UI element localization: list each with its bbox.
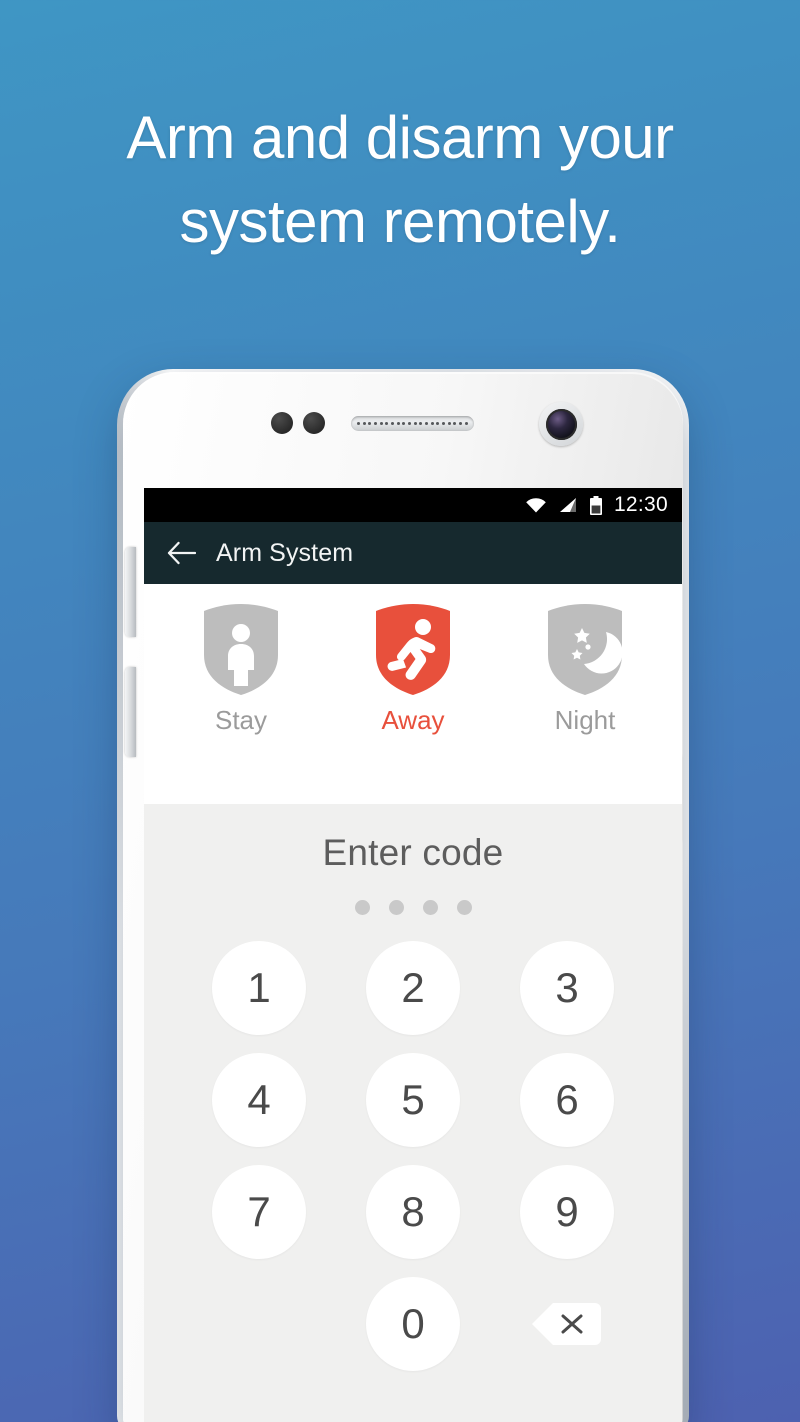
volume-down-button[interactable] [125, 667, 136, 757]
code-entry-area: Enter code 1 2 3 4 5 6 7 8 9 0 [144, 804, 682, 1422]
volume-up-button[interactable] [125, 547, 136, 637]
arm-mode-stay-label: Stay [214, 705, 268, 735]
keypad-key-8[interactable]: 8 [366, 1165, 460, 1259]
light-sensor-icon [303, 412, 325, 434]
shield-person-running-icon [372, 602, 454, 697]
keypad-spacer [212, 1277, 306, 1371]
arm-mode-away-label: Away [381, 705, 445, 735]
phone-body: 12:30 Arm System Stay Away Night Enter c… [123, 372, 683, 1422]
arm-mode-stay[interactable]: Stay [182, 602, 300, 736]
pin-dots [144, 900, 682, 915]
page-title: Arm and disarm your system remotely. [0, 96, 800, 264]
cell-signal-icon [558, 497, 578, 513]
keypad-key-3[interactable]: 3 [520, 941, 614, 1035]
keypad-key-1[interactable]: 1 [212, 941, 306, 1035]
pin-dot [422, 900, 438, 915]
app-bar: Arm System [144, 522, 682, 584]
arm-mode-night-label: Night [554, 705, 616, 735]
keypad-key-5[interactable]: 5 [366, 1053, 460, 1147]
arm-mode-night[interactable]: Night [526, 602, 644, 736]
numeric-keypad: 1 2 3 4 5 6 7 8 9 0 [144, 941, 682, 1371]
phone-mockup: 12:30 Arm System Stay Away Night Enter c… [113, 369, 693, 1422]
pin-dot [388, 900, 404, 915]
status-bar-clock: 12:30 [613, 493, 668, 516]
keypad-key-7[interactable]: 7 [212, 1165, 306, 1259]
keypad-key-9[interactable]: 9 [520, 1165, 614, 1259]
keypad-key-4[interactable]: 4 [212, 1053, 306, 1147]
backspace-delete-icon[interactable] [520, 1277, 614, 1371]
headline-line-1: Arm and disarm your [126, 104, 674, 171]
pin-dot [354, 900, 370, 915]
arm-mode-selector: Stay Away Night [144, 584, 682, 804]
shield-moon-stars-icon [544, 602, 626, 697]
phone-screen: 12:30 Arm System Stay Away Night Enter c… [144, 488, 682, 1422]
pin-dot [456, 900, 472, 915]
shield-person-standing-icon [200, 602, 282, 697]
app-bar-title: Arm System [216, 538, 354, 567]
keypad-key-2[interactable]: 2 [366, 941, 460, 1035]
status-bar: 12:30 [144, 488, 682, 522]
front-camera-lens [539, 402, 583, 446]
back-arrow-icon[interactable] [166, 540, 197, 566]
enter-code-prompt: Enter code [322, 832, 504, 873]
arm-mode-away[interactable]: Away [354, 602, 472, 736]
headline-line-2: system remotely. [179, 188, 621, 255]
keypad-key-0[interactable]: 0 [366, 1277, 460, 1371]
battery-icon [589, 495, 603, 515]
proximity-sensor-icon [271, 412, 293, 434]
earpiece-speaker-grille [351, 416, 474, 431]
keypad-key-6[interactable]: 6 [520, 1053, 614, 1147]
wifi-icon [525, 497, 547, 513]
